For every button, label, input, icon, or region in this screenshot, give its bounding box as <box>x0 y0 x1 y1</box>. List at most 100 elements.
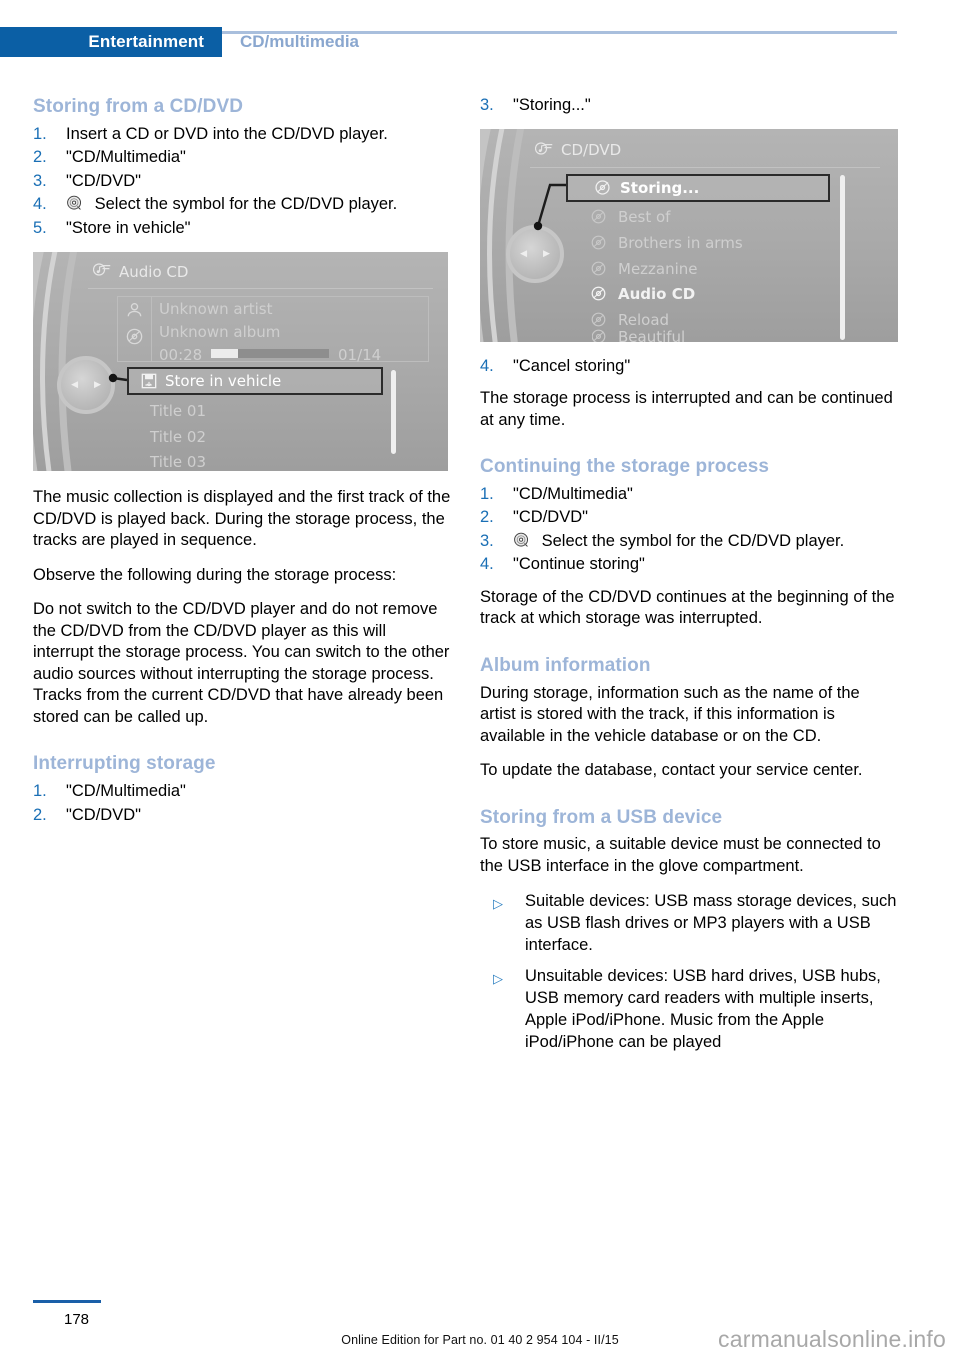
step-text: "Store in vehicle" <box>66 218 191 237</box>
step-text: "Continue storing" <box>513 555 645 574</box>
paragraph: Observe the following during the storage… <box>33 565 397 584</box>
selected-menu-item[interactable]: Store in vehicle <box>127 367 383 396</box>
meta-divider <box>151 297 152 362</box>
figure-title: Audio CD <box>92 262 189 281</box>
disc-numbered-icon <box>590 285 607 306</box>
disc-icon <box>125 327 144 350</box>
music-note-icon <box>534 141 554 160</box>
list-item: ▷ Suitable devices: USB mass storage dev… <box>480 890 898 956</box>
right-arrow-icon: ▶ <box>543 248 550 259</box>
step-text: Insert a CD or DVD into the CD/DVD playe… <box>66 124 388 143</box>
header-divider <box>222 31 897 34</box>
save-floppy-icon <box>141 373 157 389</box>
list-item: 2. "CD/Multimedia" <box>33 147 451 169</box>
list-item-label: Best of <box>618 207 671 226</box>
step-text: "CD/DVD" <box>66 171 141 190</box>
scrollbar[interactable] <box>391 370 396 455</box>
list-item[interactable]: Mezzanine <box>590 259 698 281</box>
elapsed-time: 00:28 <box>159 346 203 365</box>
step-number: 3. <box>480 531 494 550</box>
list-item-label: Audio CD <box>618 284 696 303</box>
paragraph: The music collection is displayed and th… <box>33 488 451 550</box>
paragraph: Do not switch to the CD/DVD player and d… <box>33 600 450 726</box>
selected-menu-item-label: Store in vehicle <box>165 372 282 391</box>
triangle-bullet-icon: ▷ <box>493 896 503 912</box>
list-item[interactable]: Title 03 <box>150 453 206 471</box>
cd-disc-icon <box>66 195 83 212</box>
heading-storing-from-usb: Storing from a USB device <box>480 806 723 828</box>
figure-title-rule <box>530 166 880 168</box>
selected-menu-item-label: Storing... <box>620 178 700 197</box>
steps-interrupting-storage: 1. "CD/Multimedia" 2. "CD/DVD" <box>33 781 451 826</box>
track-counter: 01/14 <box>338 346 382 365</box>
list-item: 1. Insert a CD or DVD into the CD/DVD pl… <box>33 124 451 146</box>
list-item: 3. "Storing..." <box>480 95 898 117</box>
paragraph: The storage process is interrupted and c… <box>480 389 893 429</box>
step-number: 1. <box>480 484 494 503</box>
step-text: "CD/Multimedia" <box>513 484 633 503</box>
list-item: 4. "Continue storing" <box>480 554 898 576</box>
step-text: "CD/Multimedia" <box>66 148 186 167</box>
figure-title-text: CD/DVD <box>561 141 622 159</box>
list-item[interactable]: Title 01 <box>150 402 206 420</box>
selected-menu-item[interactable]: Storing... <box>566 173 830 202</box>
usb-device-bullets: ▷ Suitable devices: USB mass storage dev… <box>480 890 898 1053</box>
step-text: "CD/DVD" <box>513 508 588 527</box>
step-number: 4. <box>33 195 47 214</box>
list-item: 2. "CD/DVD" <box>480 507 898 529</box>
cd-disc-icon <box>513 532 530 549</box>
disc-numbered-icon <box>590 260 607 281</box>
step-number: 2. <box>33 148 47 167</box>
disc-numbered-icon <box>590 208 607 229</box>
tab-entertainment[interactable]: Entertainment <box>0 27 222 57</box>
step-number: 3. <box>480 96 494 114</box>
idrive-controller[interactable]: ◀ ▶ <box>44 356 115 415</box>
list-item[interactable]: Title 02 <box>150 428 206 446</box>
right-arrow-icon: ▶ <box>94 380 101 391</box>
paragraph: Storage of the CD/DVD continues at the b… <box>480 587 895 628</box>
album-name: Unknown album <box>159 323 281 342</box>
list-item: 5. "Store in vehicle" <box>33 218 451 240</box>
person-icon <box>125 301 144 324</box>
step-number: 1. <box>33 782 47 800</box>
paragraph: During storage, information such as the … <box>480 683 860 745</box>
step-number: 1. <box>33 124 47 143</box>
step-text: "CD/DVD" <box>66 805 141 824</box>
list-item: 3. "CD/DVD" <box>33 171 451 193</box>
figure-title: CD/DVD <box>534 141 622 160</box>
step-text: "CD/Multimedia" <box>66 782 186 800</box>
list-item[interactable]: Best of <box>590 207 671 229</box>
step-number: 2. <box>33 805 47 824</box>
step-number: 4. <box>480 356 494 375</box>
step-text: Select the symbol for the CD/DVD player. <box>94 195 398 214</box>
list-item[interactable]: Beautiful <box>592 327 685 342</box>
list-item[interactable]: Brothers in arms <box>591 233 743 252</box>
step-number: 3. <box>33 171 47 190</box>
list-item-label: Beautiful <box>618 327 686 342</box>
list-item: 1. "CD/Multimedia" <box>33 781 451 803</box>
heading-interrupting-storage: Interrupting storage <box>33 753 216 775</box>
scrollbar[interactable] <box>840 174 845 340</box>
list-item-label: Brothers in arms <box>618 233 743 252</box>
step-text: Select the symbol for the CD/DVD player. <box>541 531 845 550</box>
list-item: ▷ Unsuitable devices: USB hard drives, U… <box>480 965 898 1053</box>
steps-continued-top: 3. "Storing..." <box>480 95 898 117</box>
figure-cd-dvd-screen: CD/DVD Storing... Best of Brothers in ar… <box>480 128 898 342</box>
list-item-label: Mezzanine <box>618 259 698 278</box>
idrive-controller[interactable]: ◀ ▶ <box>493 224 564 283</box>
page-number: 178 <box>64 1311 90 1328</box>
heading-continuing-storage: Continuing the storage process <box>480 456 770 477</box>
figure-audio-cd-screen: Audio CD Unknown artist Unknown album 00… <box>33 252 448 472</box>
left-arrow-icon: ◀ <box>71 380 78 391</box>
heading-album-information: Album information <box>480 654 651 676</box>
artist-name: Unknown artist <box>159 300 273 319</box>
left-arrow-icon: ◀ <box>520 248 527 259</box>
step-number: 4. <box>480 555 494 574</box>
triangle-bullet-icon: ▷ <box>493 971 503 987</box>
disc-icon <box>594 179 611 196</box>
figure-title-text: Audio CD <box>119 262 189 281</box>
list-item: 3. Select the symbol for the CD/DVD play… <box>480 531 898 553</box>
heading-storing-from-cd-dvd: Storing from a CD/DVD <box>33 96 244 117</box>
progress-fill <box>211 349 238 359</box>
list-item[interactable]: Audio CD <box>590 284 696 306</box>
